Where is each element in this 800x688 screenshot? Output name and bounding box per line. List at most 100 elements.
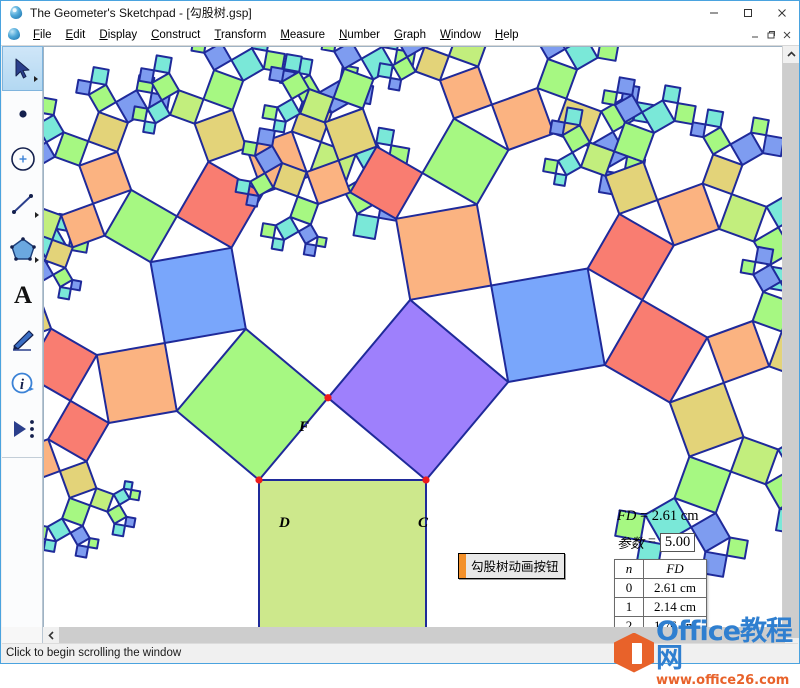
tool-text[interactable]: A bbox=[2, 271, 43, 316]
animation-button-label: 勾股树动画按钮 bbox=[471, 559, 559, 574]
tree-square bbox=[333, 47, 363, 70]
tree-square bbox=[414, 47, 450, 82]
tree-square bbox=[258, 479, 427, 637]
cell-n: 0 bbox=[614, 578, 644, 598]
tree-square bbox=[387, 77, 403, 92]
tree-square bbox=[190, 47, 207, 54]
tree-square bbox=[327, 298, 510, 481]
tool-polygon[interactable] bbox=[2, 226, 43, 271]
pentagon-icon bbox=[9, 236, 36, 261]
minimize-button[interactable] bbox=[697, 1, 731, 24]
tree-square bbox=[447, 47, 487, 68]
doc-minimize-button[interactable] bbox=[747, 27, 763, 43]
doc-restore-button[interactable] bbox=[763, 27, 779, 43]
tree-square bbox=[53, 131, 90, 167]
tree-square bbox=[75, 78, 92, 96]
window-title: The Geometer's Sketchpad - [勾股树.gsp] bbox=[30, 6, 252, 20]
horizontal-scroll-track[interactable] bbox=[59, 627, 785, 643]
animation-button-accent bbox=[459, 554, 466, 578]
tree-square bbox=[47, 399, 110, 463]
tool-point[interactable] bbox=[2, 91, 43, 136]
vertex-point[interactable] bbox=[255, 476, 263, 484]
maximize-button[interactable] bbox=[731, 1, 765, 24]
vertex-point[interactable] bbox=[324, 394, 332, 402]
tool-arrow-select[interactable] bbox=[2, 46, 43, 91]
menu-file[interactable]: File bbox=[26, 27, 59, 43]
tree-square bbox=[725, 536, 749, 560]
horizontal-scrollbar[interactable] bbox=[43, 627, 785, 643]
point-icon bbox=[18, 109, 27, 118]
parameter-label: 参数 bbox=[617, 536, 644, 552]
tree-square bbox=[95, 342, 178, 424]
vertex-point[interactable] bbox=[422, 476, 430, 484]
parameter-value-box[interactable]: 5.00 bbox=[659, 532, 696, 552]
arrow-icon bbox=[15, 58, 29, 78]
cell-n: 1 bbox=[614, 597, 644, 617]
tree-square bbox=[44, 96, 58, 116]
menu-measure[interactable]: Measure bbox=[273, 27, 332, 43]
tool-compass-circle[interactable] bbox=[2, 136, 43, 181]
tree-square bbox=[761, 134, 784, 158]
measurement-fd[interactable]: FD = 2.61 cm bbox=[617, 508, 699, 525]
animation-button[interactable]: 勾股树动画按钮 bbox=[458, 553, 565, 579]
tree-square bbox=[656, 182, 721, 247]
tool-straightedge[interactable] bbox=[2, 181, 43, 226]
status-bar: Click to begin scrolling the window bbox=[2, 643, 798, 662]
tree-square bbox=[274, 216, 300, 241]
menu-window[interactable]: Window bbox=[433, 27, 488, 43]
menu-transform[interactable]: Transform bbox=[207, 27, 273, 43]
sketch-canvas[interactable]: A B C D F 勾股树动画按钮 FD = 2.61 cm 参数 = 5.00… bbox=[43, 46, 785, 638]
menu-graph[interactable]: Graph bbox=[387, 27, 433, 43]
parameter-row[interactable]: 参数 = 5.00 bbox=[617, 532, 696, 552]
menu-number[interactable]: Number bbox=[332, 27, 387, 43]
tree-square bbox=[44, 141, 56, 165]
vertical-scroll-track[interactable] bbox=[783, 63, 799, 638]
scroll-left-button[interactable] bbox=[43, 627, 59, 643]
tree-square bbox=[289, 195, 320, 226]
tree-square bbox=[553, 172, 568, 187]
info-icon: i bbox=[11, 372, 34, 393]
tree-square bbox=[376, 62, 394, 79]
tree-square bbox=[230, 47, 265, 82]
menu-construct[interactable]: Construct bbox=[144, 27, 207, 43]
status-message: Click to begin scrolling the window bbox=[6, 647, 182, 659]
water-drop-icon bbox=[8, 4, 24, 21]
menu-edit[interactable]: Edit bbox=[59, 27, 93, 43]
tree-square bbox=[69, 278, 83, 292]
table-row: 0 2.61 cm bbox=[614, 578, 707, 598]
menu-help[interactable]: Help bbox=[488, 27, 526, 43]
tool-information[interactable]: i bbox=[2, 361, 43, 406]
tree-square bbox=[601, 89, 619, 106]
tree-square bbox=[69, 524, 91, 547]
tool-custom[interactable] bbox=[2, 406, 43, 451]
toolbox: A i bbox=[2, 46, 43, 638]
tree-square bbox=[124, 515, 137, 529]
tree-square bbox=[751, 290, 784, 333]
tree-square bbox=[259, 222, 277, 239]
tree-square bbox=[604, 161, 659, 215]
tree-square bbox=[46, 517, 72, 543]
tree-square bbox=[87, 537, 100, 550]
tree-square bbox=[563, 106, 584, 127]
scroll-up-button[interactable] bbox=[783, 46, 799, 63]
close-button[interactable] bbox=[765, 1, 799, 24]
document-icon[interactable] bbox=[7, 27, 22, 42]
menu-display[interactable]: Display bbox=[92, 27, 144, 43]
tool-marker[interactable] bbox=[2, 316, 43, 361]
cell-fd: 2.14 cm bbox=[643, 597, 707, 617]
tree-square bbox=[603, 299, 709, 404]
tree-square bbox=[203, 47, 233, 72]
tree-square bbox=[729, 131, 764, 166]
doc-close-button[interactable] bbox=[779, 27, 795, 43]
tree-square bbox=[112, 487, 131, 506]
table-row: 1 2.14 cm bbox=[614, 597, 707, 617]
tree-square bbox=[138, 67, 155, 84]
cell-fd: 2.61 cm bbox=[643, 578, 707, 598]
tree-square bbox=[302, 242, 318, 258]
tree-square bbox=[702, 126, 732, 156]
tree-square bbox=[57, 286, 72, 301]
tree-square bbox=[78, 150, 133, 205]
vertical-scrollbar[interactable] bbox=[782, 46, 799, 638]
tree-square bbox=[283, 53, 303, 73]
letter-a-icon: A bbox=[13, 282, 31, 307]
